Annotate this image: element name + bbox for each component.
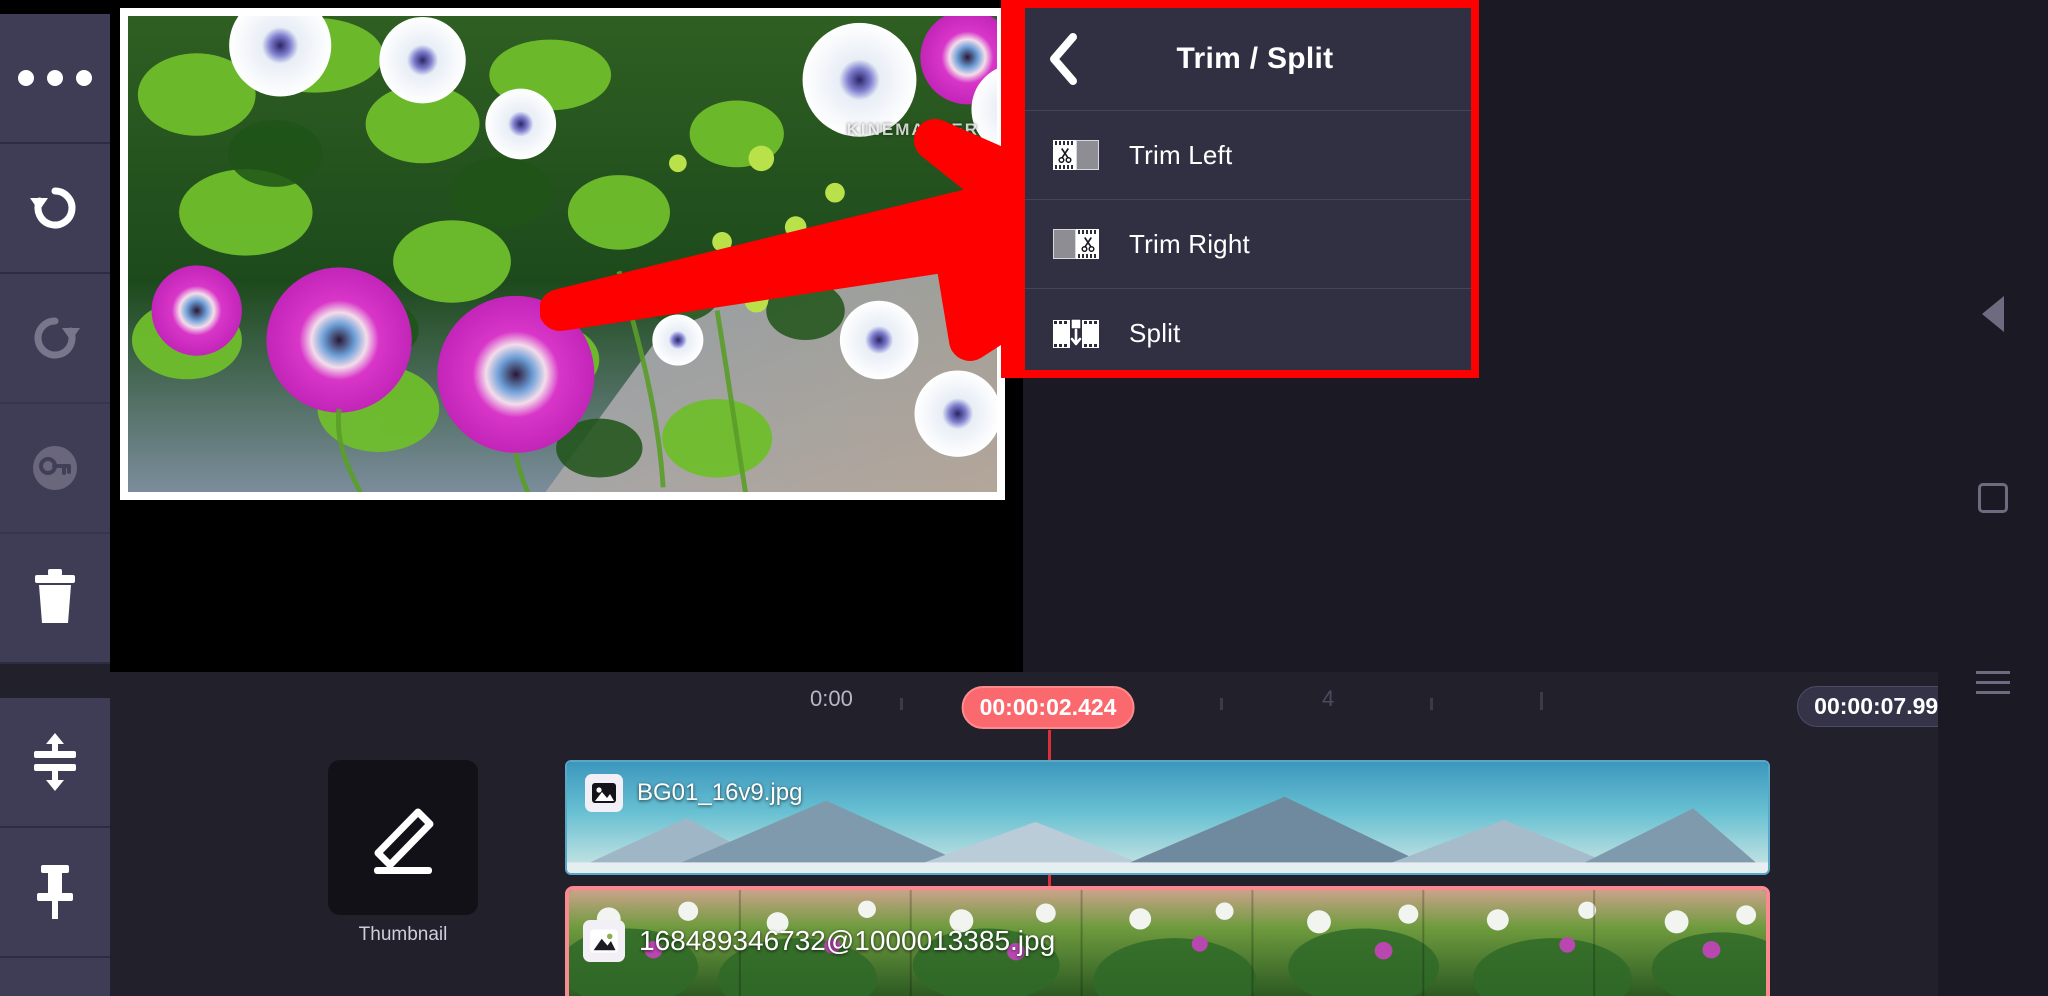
timeline: 0:00 4 00:00:02.424 00:00:07.992 Thumbna… <box>110 672 2048 996</box>
clip-name-row: 168489346732@1000013385.jpg <box>583 920 1055 962</box>
toolbar-top-cap <box>0 0 110 14</box>
expand-tracks-button[interactable] <box>0 698 110 828</box>
trim-left-icon <box>1053 140 1099 170</box>
menu-item-trim-right[interactable]: Trim Right <box>1025 200 1471 289</box>
clip-filename: BG01_16v9.jpg <box>637 779 803 806</box>
thumbnail-label: Thumbnail <box>358 924 448 945</box>
timeline-clip-photo[interactable]: 168489346732@1000013385.jpg <box>565 886 1770 996</box>
undo-button[interactable] <box>0 144 110 274</box>
panel-title: Trim / Split <box>1176 42 1334 75</box>
trim-split-panel: Trim / Split Trim Left Trim Right Split <box>1025 8 1471 370</box>
nav-back-button[interactable] <box>1970 291 2016 337</box>
key-icon <box>33 446 77 490</box>
scissors-glyph <box>1057 148 1072 163</box>
ruler-tick-label-4: 4 <box>1322 686 1335 711</box>
preview-image <box>128 16 997 492</box>
panel-header: Trim / Split <box>1025 8 1471 111</box>
ruler-start-label: 0:00 <box>810 686 853 711</box>
lines-recents-icon <box>1976 664 2010 701</box>
trim-split-panel-highlight: Trim / Split Trim Left Trim Right Split <box>1001 0 1479 378</box>
triangle-back-icon <box>1982 296 2004 332</box>
playhead-time-badge[interactable]: 00:00:02.424 <box>961 686 1135 729</box>
menu-item-label: Trim Right <box>1129 228 1250 259</box>
video-preview-frame[interactable]: KINEMASTER <box>120 8 1005 500</box>
menu-item-trim-left[interactable]: Trim Left <box>1025 111 1471 200</box>
pencil-icon <box>374 808 434 874</box>
thumbnail-edit-button[interactable] <box>328 760 478 915</box>
timeline-clip-background[interactable]: BG01_16v9.jpg <box>565 760 1770 875</box>
square-home-icon <box>1978 483 2008 513</box>
more-options-button[interactable] <box>0 14 110 144</box>
scissors-glyph <box>1080 237 1095 252</box>
trash-icon <box>35 569 75 623</box>
more-horizontal-icon <box>18 70 92 86</box>
redo-button[interactable] <box>0 274 110 404</box>
nav-home-button[interactable] <box>1970 475 2016 521</box>
clip-name-row: BG01_16v9.jpg <box>585 774 802 812</box>
nav-recents-button[interactable] <box>1970 659 2016 705</box>
watermark: KINEMASTER <box>846 120 979 139</box>
trim-right-icon <box>1053 229 1099 259</box>
delete-button[interactable] <box>0 534 110 664</box>
pin-icon <box>37 865 73 919</box>
image-icon <box>585 774 623 812</box>
image-icon <box>583 920 625 962</box>
back-button[interactable] <box>1025 8 1103 110</box>
keyframe-button[interactable] <box>0 404 110 534</box>
left-toolbar <box>0 0 110 996</box>
redo-icon <box>34 317 80 359</box>
menu-item-split[interactable]: Split <box>1025 289 1471 378</box>
undo-icon <box>30 187 76 229</box>
chevron-left-icon <box>1050 33 1077 85</box>
pin-button[interactable] <box>0 828 110 958</box>
toolbar-divider <box>0 664 110 698</box>
android-navigation-bar <box>1938 0 2048 996</box>
expand-vertical-icon <box>34 733 76 791</box>
menu-item-label: Trim Left <box>1129 139 1233 170</box>
menu-item-label: Split <box>1129 318 1181 348</box>
clip-filename: 168489346732@1000013385.jpg <box>639 925 1056 956</box>
split-icon <box>1053 317 1099 349</box>
video-editor-screen: KINEMASTER Trim / Split Trim Left Trim R… <box>0 0 2048 996</box>
